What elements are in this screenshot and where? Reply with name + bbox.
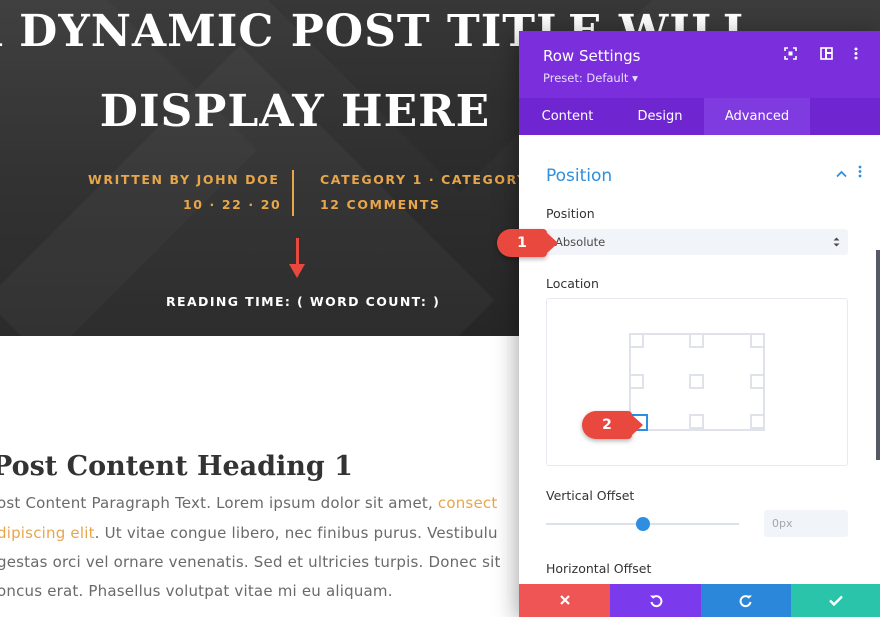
post-comments: 12 COMMENTS — [320, 197, 441, 212]
reading-time: READING TIME: ( WORD COUNT: ) — [166, 294, 441, 309]
post-content-heading: Post Content Heading 1 — [0, 451, 353, 482]
position-select-value: Absolute — [555, 235, 606, 249]
location-bottom-center[interactable] — [689, 414, 704, 429]
undo-button[interactable] — [610, 584, 701, 617]
redo-button[interactable] — [701, 584, 791, 617]
post-date: 10 · 22 · 20 — [183, 197, 282, 212]
post-paragraph-line: ost Content Paragraph Text. Lorem ipsum … — [0, 494, 497, 512]
post-paragraph-line: oncus erat. Phasellus volutpat vitae mi … — [0, 582, 393, 600]
position-select[interactable]: Absolute — [546, 229, 848, 255]
vertical-offset-slider-thumb[interactable] — [635, 517, 650, 531]
post-categories: CATEGORY 1 · CATEGORY 2 — [320, 172, 544, 187]
location-picker — [546, 298, 848, 466]
location-center-right[interactable] — [750, 374, 765, 389]
location-bottom-right[interactable] — [750, 414, 765, 429]
post-author: WRITTEN BY JOHN DOE — [88, 172, 280, 187]
panel-header[interactable]: Row Settings Preset: Default ▾ — [519, 31, 880, 98]
undo-icon — [649, 595, 662, 608]
panel-footer — [519, 584, 880, 617]
save-button[interactable] — [791, 584, 880, 617]
panel-title: Row Settings — [543, 47, 641, 65]
location-top-left[interactable] — [629, 333, 644, 348]
location-center-left[interactable] — [629, 374, 644, 389]
vertical-offset-label: Vertical Offset — [546, 488, 635, 503]
tab-advanced[interactable]: Advanced — [704, 98, 810, 135]
location-center[interactable] — [689, 374, 704, 389]
chevron-up-icon[interactable] — [836, 167, 847, 182]
tab-content[interactable]: Content — [519, 98, 616, 135]
paragraph-link[interactable]: dipiscing elit — [0, 524, 95, 542]
tab-design[interactable]: Design — [616, 98, 704, 135]
location-label: Location — [546, 276, 599, 291]
section-title-position[interactable]: Position — [546, 166, 612, 186]
paragraph-text: . Ut vitae congue libero, nec finibus pu… — [94, 524, 498, 542]
check-icon — [828, 595, 843, 607]
down-arrow-head — [289, 264, 305, 278]
post-paragraph-line: gestas orci vel ornare venenatis. Sed et… — [0, 553, 501, 571]
close-icon — [559, 595, 570, 605]
cancel-button[interactable] — [519, 584, 610, 617]
paragraph-link[interactable]: consect — [438, 494, 498, 512]
meta-divider — [292, 170, 294, 216]
panel-tabs: Content Design Advanced — [519, 98, 880, 135]
location-top-right[interactable] — [750, 333, 765, 348]
down-arrow-icon — [296, 238, 299, 266]
preset-dropdown[interactable]: Preset: Default ▾ — [543, 71, 638, 85]
row-settings-panel: Row Settings Preset: Default ▾ Content D… — [519, 31, 880, 617]
redo-icon — [739, 595, 752, 608]
panel-scrollbar[interactable] — [876, 250, 880, 460]
section-more-icon[interactable] — [858, 165, 862, 182]
callout-marker-1: 1 — [497, 229, 558, 257]
callout-marker-2: 2 — [582, 411, 643, 439]
paragraph-text: ost Content Paragraph Text. Lorem ipsum … — [0, 494, 438, 512]
post-paragraph-line: dipiscing elit. Ut vitae congue libero, … — [0, 524, 498, 542]
position-label: Position — [546, 206, 595, 221]
vertical-offset-input[interactable]: 0px — [764, 510, 848, 537]
split-view-icon[interactable] — [817, 47, 835, 65]
more-icon[interactable] — [847, 47, 865, 65]
horizontal-offset-label: Horizontal Offset — [546, 561, 652, 576]
location-top-center[interactable] — [689, 333, 704, 348]
fullscreen-icon[interactable] — [781, 47, 799, 65]
select-arrows-icon — [833, 229, 840, 259]
